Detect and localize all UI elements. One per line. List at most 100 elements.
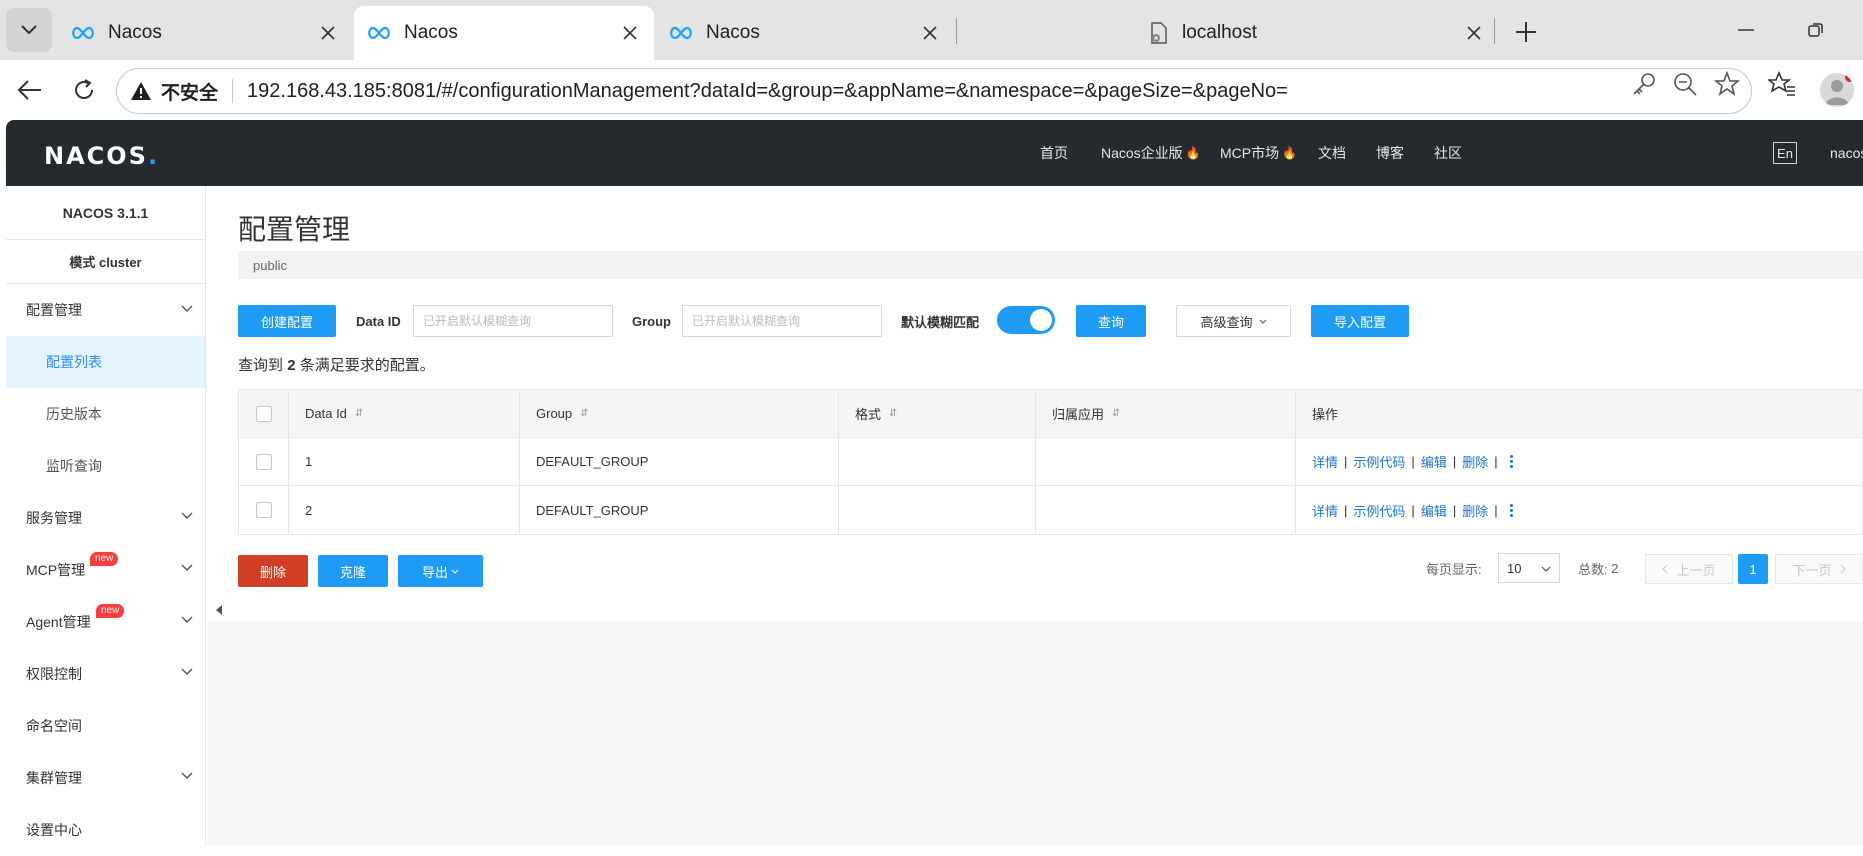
next-page-button[interactable]: 下一页	[1775, 554, 1863, 584]
sidebar-item-auth[interactable]: 权限控制	[6, 648, 205, 700]
sidebar-item-config[interactable]: 配置管理	[6, 284, 205, 336]
zoom-out-icon[interactable]	[1671, 70, 1699, 98]
browser-tab-1[interactable]: Nacos	[58, 6, 352, 60]
new-tab-button[interactable]	[1508, 14, 1544, 50]
sample-code-link[interactable]: 示例代码	[1353, 501, 1405, 520]
edit-link[interactable]: 编辑	[1421, 501, 1447, 520]
more-actions-icon[interactable]	[1509, 503, 1513, 517]
sidebar-item-service[interactable]: 服务管理	[6, 492, 205, 544]
sample-code-link[interactable]: 示例代码	[1353, 452, 1405, 471]
namespace-label[interactable]: public	[253, 258, 287, 273]
sidebar-item-history[interactable]: 历史版本	[6, 388, 205, 440]
fuzzy-match-toggle[interactable]	[997, 306, 1055, 334]
sidebar-item-config-list[interactable]: 配置列表	[6, 336, 205, 388]
namespace-bar: public	[238, 251, 1863, 279]
tab-list-button[interactable]	[6, 8, 52, 52]
omnibox-divider	[232, 79, 234, 103]
nav-docs[interactable]: 文档	[1318, 120, 1346, 186]
star-icon[interactable]	[1713, 70, 1741, 98]
nacos-header: NACOS. 首页 Nacos企业版 🔥 MCP市场 🔥 文档 博客 社区 En n…	[6, 120, 1863, 186]
column-header-format[interactable]: 格式 ⇵	[839, 390, 1036, 437]
tab-title: Nacos	[706, 22, 760, 43]
sidebar-item-listener[interactable]: 监听查询	[6, 440, 205, 492]
sidebar-item-cluster[interactable]: 集群管理	[6, 752, 205, 804]
sort-icon: ⇵	[1112, 408, 1121, 419]
browser-tab-4[interactable]: localhost	[958, 6, 1498, 60]
close-tab-icon[interactable]	[1460, 19, 1488, 47]
cell-format	[839, 486, 1036, 534]
close-tab-icon[interactable]	[314, 19, 342, 47]
notification-dot	[1845, 73, 1854, 82]
favorites-icon[interactable]	[1768, 70, 1796, 98]
nav-enterprise[interactable]: Nacos企业版 🔥	[1101, 120, 1201, 186]
user-name[interactable]: nacos	[1830, 120, 1863, 186]
column-header-group[interactable]: Group ⇵	[520, 390, 839, 437]
sidebar: NACOS 3.1.1 模式 cluster 配置管理 配置列表 历史版本 监听…	[6, 186, 206, 846]
nav-blog[interactable]: 博客	[1376, 120, 1404, 186]
row-checkbox[interactable]	[255, 453, 272, 470]
export-label: 导出	[421, 564, 448, 580]
create-config-button[interactable]: 创建配置	[238, 305, 336, 337]
sidebar-item-settings[interactable]: 设置中心	[6, 804, 205, 856]
cell-app	[1036, 438, 1296, 485]
key-icon[interactable]	[1630, 70, 1658, 98]
back-button[interactable]	[12, 72, 48, 108]
delete-link[interactable]: 删除	[1462, 501, 1488, 520]
minimize-button[interactable]	[1726, 14, 1766, 46]
chevron-down-icon	[181, 616, 193, 623]
select-all-checkbox[interactable]	[255, 405, 272, 422]
page-title: 配置管理	[238, 214, 351, 245]
dataid-input[interactable]	[413, 305, 613, 337]
nacos-infinity-icon	[668, 24, 694, 42]
toggle-knob	[1030, 309, 1052, 331]
chevron-right-icon	[1840, 564, 1846, 574]
query-button[interactable]: 查询	[1076, 305, 1146, 337]
sidebar-item-namespace[interactable]: 命名空间	[6, 700, 205, 752]
browser-tab-2[interactable]: Nacos	[354, 6, 654, 60]
cell-dataid: 2	[289, 486, 520, 534]
export-button[interactable]: 导出	[398, 555, 483, 587]
sidebar-item-mcp[interactable]: MCP管理 new	[6, 544, 205, 596]
current-page-button[interactable]: 1	[1738, 554, 1768, 584]
collapse-sidebar-icon[interactable]	[215, 604, 223, 616]
page-size-select[interactable]: 10	[1498, 553, 1560, 583]
security-label: 不安全	[161, 82, 219, 104]
nav-mcp-market[interactable]: MCP市场 🔥	[1220, 120, 1297, 186]
nacos-logo[interactable]: NACOS.	[44, 142, 159, 170]
nav-community[interactable]: 社区	[1434, 120, 1462, 186]
group-label: Group	[632, 313, 671, 329]
column-header-app[interactable]: 归属应用 ⇵	[1036, 390, 1296, 437]
reload-button[interactable]	[66, 72, 102, 108]
close-tab-icon[interactable]	[616, 19, 644, 47]
edit-link[interactable]: 编辑	[1421, 452, 1447, 471]
sidebar-item-agent[interactable]: Agent管理 new	[6, 596, 205, 648]
detail-link[interactable]: 详情	[1312, 452, 1338, 471]
cell-dataid: 1	[289, 438, 520, 485]
group-input[interactable]	[682, 305, 882, 337]
close-tab-icon[interactable]	[916, 19, 944, 47]
clone-button[interactable]: 克隆	[318, 555, 388, 587]
language-switch[interactable]: En	[1773, 142, 1797, 164]
new-badge: new	[90, 552, 119, 566]
row-checkbox[interactable]	[255, 502, 272, 518]
warning-icon[interactable]	[129, 79, 153, 103]
profile-avatar[interactable]	[1820, 73, 1854, 107]
nacos-infinity-icon	[70, 24, 96, 42]
import-config-button[interactable]: 导入配置	[1311, 305, 1409, 337]
advanced-query-button[interactable]: 高级查询	[1176, 305, 1291, 337]
delete-link[interactable]: 删除	[1462, 452, 1488, 471]
address-bar[interactable]: 不安全 192.168.43.185:8081/#/configurationM…	[116, 68, 1752, 114]
bulk-delete-button[interactable]: 删除	[238, 555, 308, 587]
chevron-down-icon	[181, 512, 193, 519]
prev-page-button[interactable]: 上一页	[1645, 554, 1733, 584]
column-header-dataid[interactable]: Data Id ⇵	[289, 390, 520, 437]
more-actions-icon[interactable]	[1509, 455, 1513, 468]
browser-tab-3[interactable]: Nacos	[656, 6, 954, 60]
reload-icon	[75, 79, 93, 99]
detail-link[interactable]: 详情	[1312, 501, 1338, 520]
nav-home[interactable]: 首页	[1040, 120, 1068, 186]
fire-icon: 🔥	[1282, 146, 1298, 160]
restore-button[interactable]	[1796, 14, 1836, 46]
new-badge: new	[96, 604, 125, 618]
url-text[interactable]: 192.168.43.185:8081/#/configurationManag…	[247, 80, 1288, 103]
